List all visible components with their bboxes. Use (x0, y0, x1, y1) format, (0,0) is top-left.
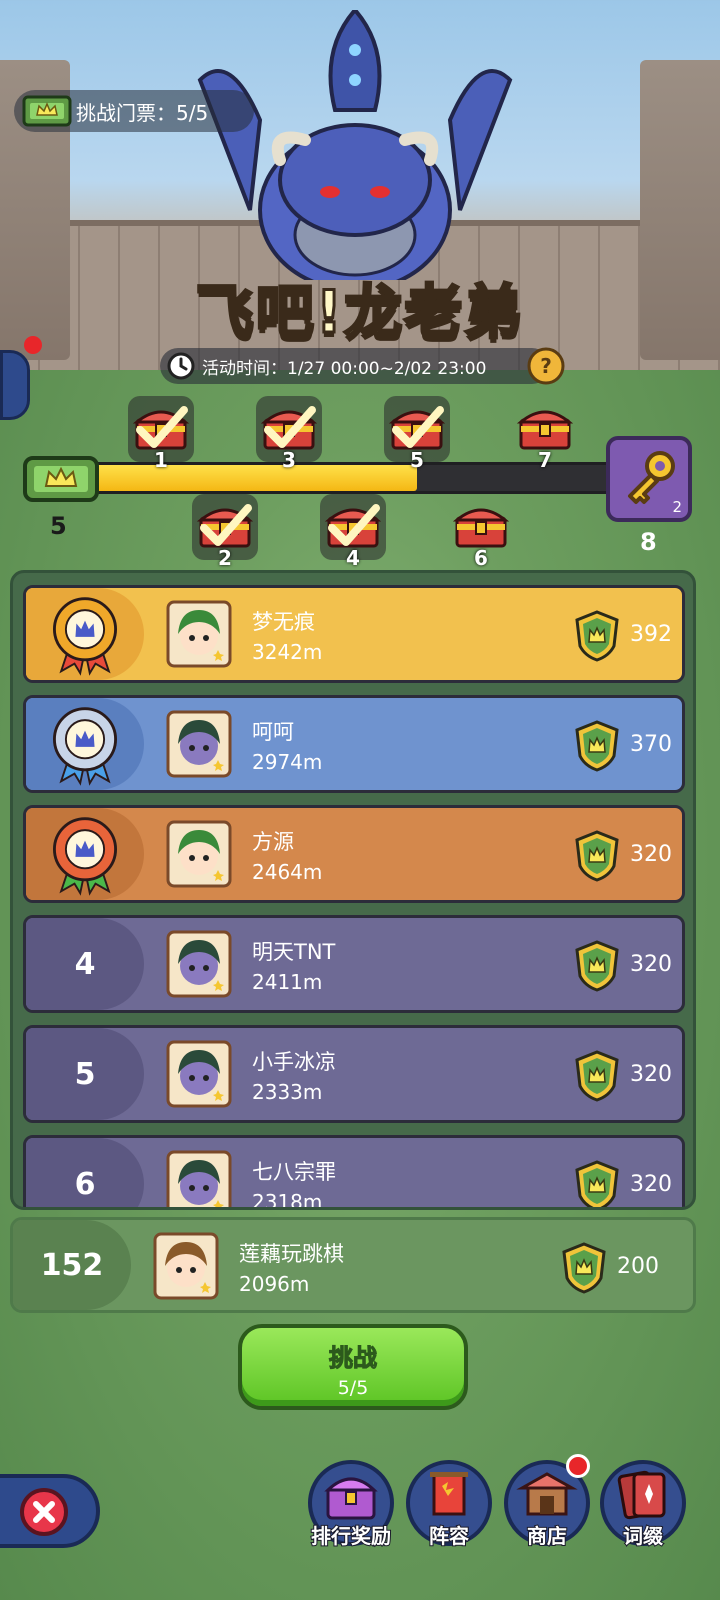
avatar[interactable] (166, 710, 232, 778)
challenge-button[interactable]: 挑战 5/5 (238, 1324, 468, 1410)
my-player-distance: 2096m (239, 1272, 310, 1296)
chest-milestone-number: 6 (474, 546, 488, 570)
leaderboard-row[interactable]: 梦无痕 3242m 392 (23, 585, 685, 683)
player-name: 七八宗罪 (252, 1160, 336, 1184)
challenge-count: 5/5 (337, 1377, 369, 1399)
nav-lineup-button[interactable]: 阵容 (404, 1460, 494, 1550)
dragon-boss-illustration (197, 10, 513, 280)
side-drawer-tab[interactable] (0, 350, 30, 420)
leaderboard-row[interactable]: 6 七八宗罪 2318m 320 (23, 1135, 685, 1210)
nav-label: 商店 (526, 1523, 568, 1549)
challenge-ticket-chip: 挑战门票：5/5 (14, 90, 254, 132)
my-rank-row: 152 莲藕玩跳棋 2096m 200 (10, 1217, 696, 1313)
chest-milestone-number: 1 (154, 448, 168, 472)
chest-milestone-number: 4 (346, 546, 360, 570)
chest-milestone-number: 3 (282, 448, 296, 472)
chest-icon (324, 1477, 378, 1520)
key-icon (628, 451, 675, 504)
rank-medal-icon (26, 588, 144, 680)
ticket-icon (23, 456, 99, 502)
reward-chest[interactable]: 6 (448, 494, 514, 570)
avatar[interactable] (166, 1150, 232, 1207)
progress-start-count: 5 (50, 512, 67, 540)
help-icon[interactable]: ? (526, 346, 566, 386)
nav-rank-rewards-button[interactable]: 排行奖励 (306, 1460, 396, 1550)
score-shield-icon (574, 940, 620, 992)
rank-number: 4 (26, 918, 144, 1010)
clock-icon (167, 352, 195, 380)
leaderboard[interactable]: 梦无痕 3242m 392 呵呵 2974m 370 方源 2464m 320 4 明天TNT 241… (10, 570, 696, 1210)
player-score: 392 (630, 622, 672, 647)
key-count: 2 (672, 498, 682, 516)
rank-number: 6 (26, 1138, 144, 1207)
chest-milestone-number: 7 (538, 448, 552, 472)
chest-milestone-number: 5 (410, 448, 424, 472)
player-distance: 2333m (252, 1080, 323, 1104)
chest-milestone-number: 2 (218, 546, 232, 570)
cards-icon (617, 1470, 666, 1520)
ticket-label: 挑战门票：5/5 (76, 100, 209, 125)
score-shield-icon (574, 1050, 620, 1102)
rank-number: 5 (26, 1028, 144, 1120)
shop-icon (516, 1472, 578, 1516)
event-title: 飞吧!龙老弟 (194, 277, 525, 348)
challenge-label: 挑战 (329, 1344, 378, 1373)
reward-chest[interactable]: 7 (512, 396, 578, 472)
player-distance: 2464m (252, 860, 323, 884)
player-name: 梦无痕 (252, 610, 315, 634)
leaderboard-row[interactable]: 5 小手冰凉 2333m 320 (23, 1025, 685, 1123)
player-score: 320 (630, 842, 672, 867)
player-distance: 2318m (252, 1190, 323, 1210)
player-score: 370 (630, 732, 672, 757)
nav-label: 排行奖励 (310, 1523, 392, 1549)
avatar[interactable] (166, 1040, 232, 1108)
player-score: 320 (630, 1062, 672, 1087)
score-shield-icon (574, 1160, 620, 1207)
nav-affix-button[interactable]: 词缀 (598, 1460, 688, 1550)
rank-medal-icon (26, 698, 144, 790)
event-time-bar: 活动时间：1/27 00:00~2/02 23:00 (160, 348, 550, 384)
nav-label: 阵容 (428, 1523, 470, 1549)
player-name: 呵呵 (252, 720, 294, 744)
player-name: 小手冰凉 (252, 1050, 336, 1074)
event-time-text: 活动时间：1/27 00:00~2/02 23:00 (202, 358, 487, 379)
close-panel (0, 1474, 100, 1548)
score-shield-icon (561, 1242, 607, 1294)
score-shield-icon (574, 830, 620, 882)
flag-icon (430, 1472, 468, 1516)
my-score: 200 (617, 1254, 659, 1279)
ticket-icon (22, 95, 72, 127)
claimed-chest[interactable]: 5 (384, 396, 450, 472)
help-mark: ? (540, 354, 552, 378)
player-distance: 2974m (252, 750, 323, 774)
leaderboard-row[interactable]: 4 明天TNT 2411m 320 (23, 915, 685, 1013)
my-rank-number: 152 (13, 1220, 131, 1310)
player-distance: 3242m (252, 640, 323, 664)
player-score: 320 (630, 952, 672, 977)
avatar[interactable] (166, 930, 232, 998)
claimed-chest[interactable]: 1 (128, 396, 194, 472)
score-shield-icon (574, 720, 620, 772)
shop-notification-dot (566, 1454, 590, 1478)
player-name: 明天TNT (252, 940, 336, 964)
claimed-chest[interactable]: 3 (256, 396, 322, 472)
score-shield-icon (574, 610, 620, 662)
claimed-chest[interactable]: 4 (320, 494, 386, 570)
leaderboard-row[interactable]: 方源 2464m 320 (23, 805, 685, 903)
claimed-chest[interactable]: 2 (192, 494, 258, 570)
key-reward-box[interactable]: 2 (606, 436, 692, 522)
avatar[interactable] (153, 1232, 219, 1300)
nav-label: 词缀 (622, 1523, 664, 1549)
rank-medal-icon (26, 808, 144, 900)
leaderboard-row[interactable]: 呵呵 2974m 370 (23, 695, 685, 793)
player-score: 320 (630, 1172, 672, 1197)
close-icon[interactable] (18, 1486, 70, 1538)
my-player-name: 莲藕玩跳棋 (239, 1242, 344, 1266)
player-distance: 2411m (252, 970, 323, 994)
progress-goal: 8 (640, 528, 657, 556)
player-name: 方源 (252, 830, 294, 854)
avatar[interactable] (166, 600, 232, 668)
avatar[interactable] (166, 820, 232, 888)
